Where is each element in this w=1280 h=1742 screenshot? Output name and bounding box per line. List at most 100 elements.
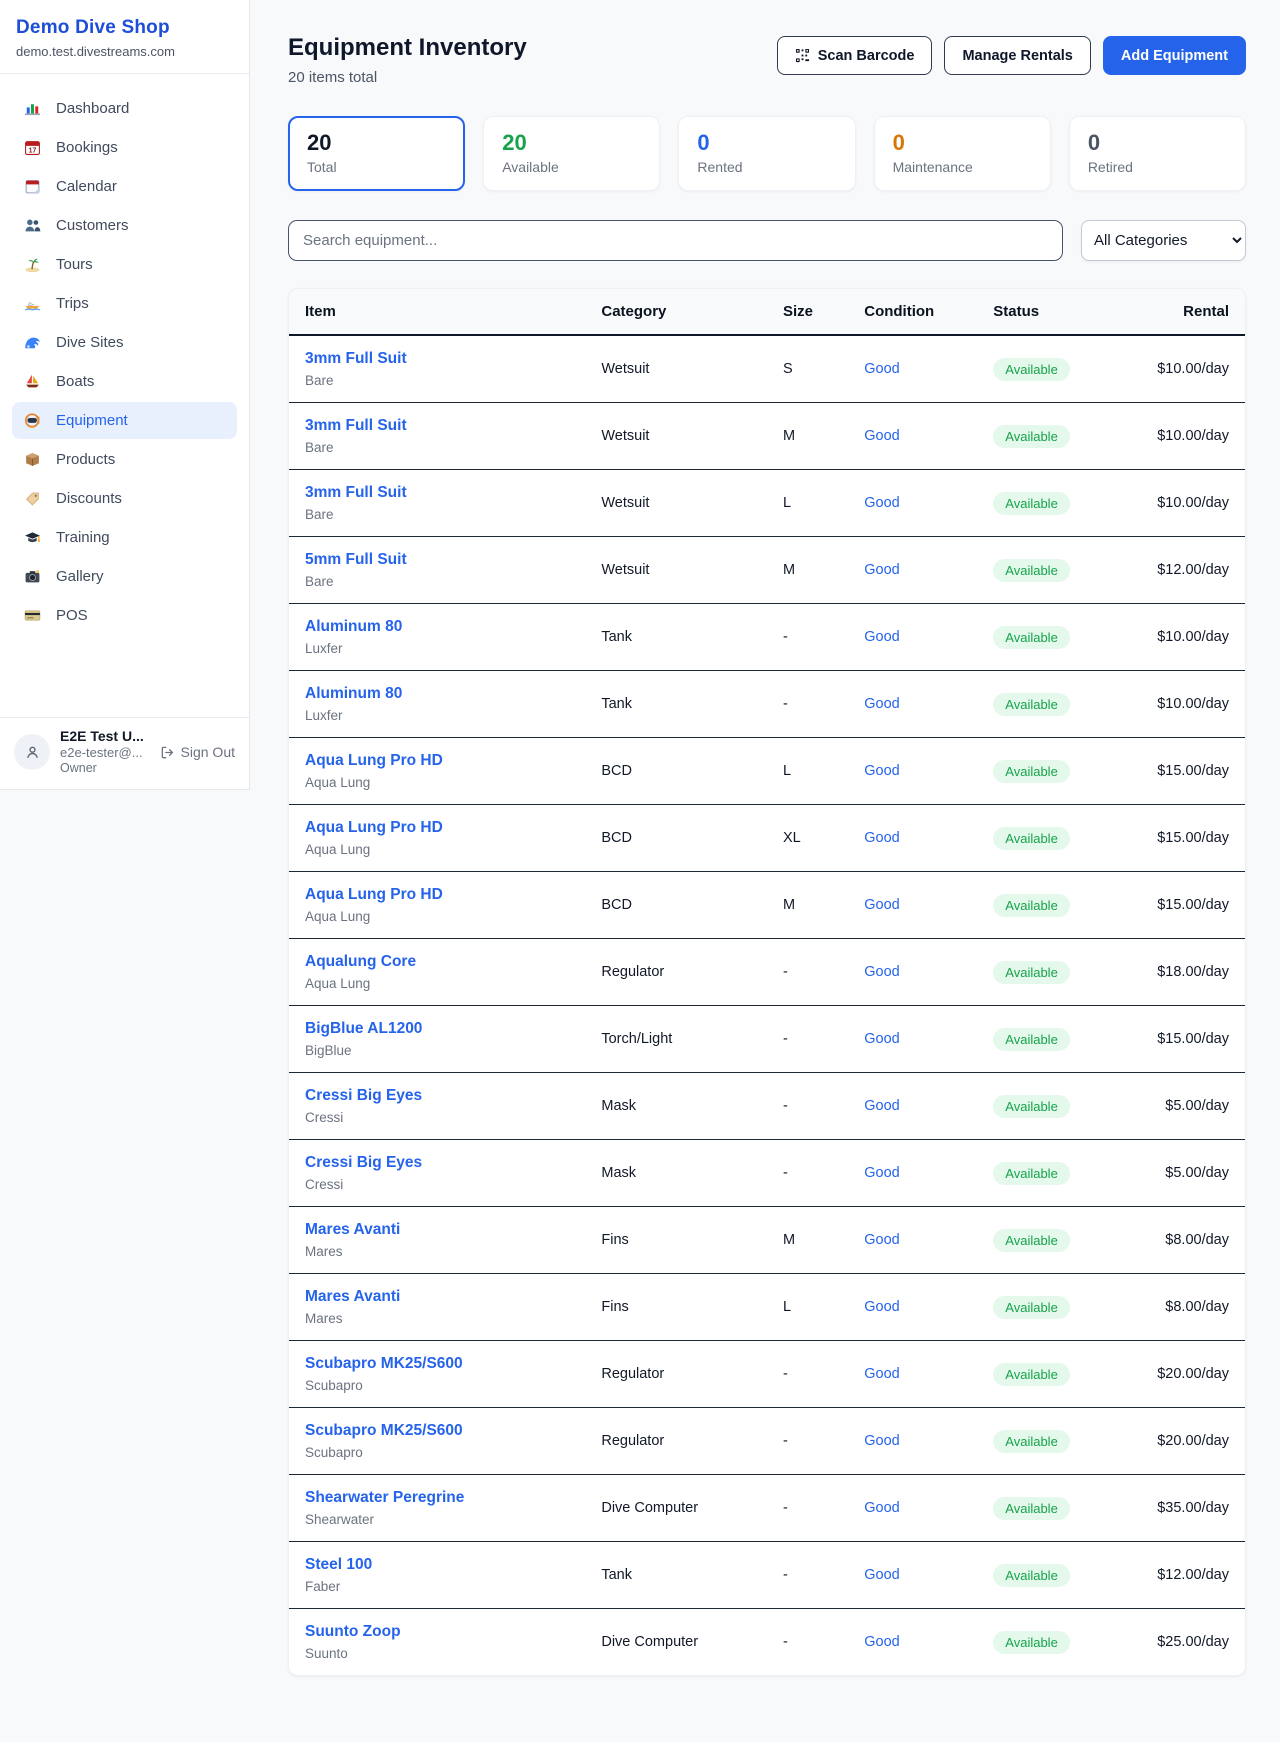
sidebar-item-trips[interactable]: Trips (12, 285, 237, 322)
condition-link[interactable]: Good (864, 1165, 899, 1181)
item-size: M (767, 537, 848, 604)
condition-link[interactable]: Good (864, 495, 899, 511)
condition-link[interactable]: Good (864, 1098, 899, 1114)
condition-link[interactable]: Good (864, 1567, 899, 1583)
stats-row: 20 Total 20 Available 0 Rented 0 Mainten… (288, 116, 1246, 191)
sidebar-item-training[interactable]: Training (12, 519, 237, 556)
item-name-link[interactable]: Scubapro MK25/S600 (305, 1355, 463, 1373)
dive-mask-icon (22, 412, 42, 429)
sidebar-item-calendar[interactable]: Calendar (12, 168, 237, 205)
item-brand: Shearwater (305, 1512, 569, 1527)
status-badge: Available (993, 1430, 1070, 1453)
avatar (14, 734, 50, 770)
condition-link[interactable]: Good (864, 1433, 899, 1449)
sidebar-item-gallery[interactable]: Gallery (12, 558, 237, 595)
status-badge: Available (993, 693, 1070, 716)
condition-link[interactable]: Good (864, 562, 899, 578)
rental-rate: $12.00/day (1130, 1542, 1245, 1609)
item-name-link[interactable]: Cressi Big Eyes (305, 1087, 422, 1105)
brand-name: Demo Dive Shop (16, 17, 233, 39)
condition-link[interactable]: Good (864, 964, 899, 980)
condition-link[interactable]: Good (864, 897, 899, 913)
category-filter-select[interactable]: All Categories (1081, 220, 1246, 261)
column-header-rental: Rental (1130, 289, 1245, 335)
item-name-link[interactable]: Aqua Lung Pro HD (305, 886, 443, 904)
sidebar-item-bookings[interactable]: 17 Bookings (12, 129, 237, 166)
item-name-link[interactable]: Shearwater Peregrine (305, 1489, 464, 1507)
stat-card-total[interactable]: 20 Total (288, 116, 465, 191)
condition-link[interactable]: Good (864, 1232, 899, 1248)
rental-rate: $10.00/day (1130, 470, 1245, 537)
item-name-link[interactable]: Aqualung Core (305, 953, 416, 971)
sign-out-label: Sign Out (181, 744, 235, 760)
manage-rentals-button[interactable]: Manage Rentals (944, 36, 1090, 75)
item-name-link[interactable]: Cressi Big Eyes (305, 1154, 422, 1172)
sidebar-item-tours[interactable]: Tours (12, 246, 237, 283)
item-size: M (767, 403, 848, 470)
add-equipment-button[interactable]: Add Equipment (1103, 36, 1246, 75)
item-name-link[interactable]: 3mm Full Suit (305, 484, 407, 502)
table-row: BigBlue AL1200 BigBlue Torch/Light - Goo… (289, 1006, 1245, 1073)
main-content: Equipment Inventory 20 items total Scan … (250, 0, 1280, 1676)
item-name-link[interactable]: Aluminum 80 (305, 618, 402, 636)
table-row: 3mm Full Suit Bare Wetsuit L Good Availa… (289, 470, 1245, 537)
column-header-category: Category (585, 289, 767, 335)
item-name-link[interactable]: Suunto Zoop (305, 1623, 401, 1641)
condition-link[interactable]: Good (864, 629, 899, 645)
stat-card-retired[interactable]: 0 Retired (1069, 116, 1246, 191)
table-row: Aqualung Core Aqua Lung Regulator - Good… (289, 939, 1245, 1006)
scan-barcode-button[interactable]: Scan Barcode (777, 36, 933, 75)
sidebar-item-dive-sites[interactable]: Dive Sites (12, 324, 237, 361)
bookings-calendar-icon: 17 (22, 139, 42, 156)
condition-link[interactable]: Good (864, 361, 899, 377)
manage-rentals-label: Manage Rentals (962, 48, 1072, 64)
item-category: Dive Computer (585, 1609, 767, 1676)
condition-link[interactable]: Good (864, 1031, 899, 1047)
item-name-link[interactable]: Aqua Lung Pro HD (305, 752, 443, 770)
sidebar-item-customers[interactable]: Customers (12, 207, 237, 244)
condition-link[interactable]: Good (864, 763, 899, 779)
sidebar-item-boats[interactable]: Boats (12, 363, 237, 400)
item-name-link[interactable]: Mares Avanti (305, 1288, 400, 1306)
item-size: M (767, 1207, 848, 1274)
condition-link[interactable]: Good (864, 1634, 899, 1650)
rental-rate: $18.00/day (1130, 939, 1245, 1006)
item-category: Torch/Light (585, 1006, 767, 1073)
item-name-link[interactable]: 3mm Full Suit (305, 350, 407, 368)
table-row: Mares Avanti Mares Fins M Good Available… (289, 1207, 1245, 1274)
table-row: 3mm Full Suit Bare Wetsuit S Good Availa… (289, 335, 1245, 403)
sidebar-item-dashboard[interactable]: Dashboard (12, 90, 237, 127)
condition-link[interactable]: Good (864, 830, 899, 846)
sidebar-item-equipment[interactable]: Equipment (12, 402, 237, 439)
item-category: Regulator (585, 1341, 767, 1408)
item-name-link[interactable]: Scubapro MK25/S600 (305, 1422, 463, 1440)
status-badge: Available (993, 559, 1070, 582)
status-badge: Available (993, 1497, 1070, 1520)
camera-icon (22, 568, 42, 585)
sidebar-item-discounts[interactable]: Discounts (12, 480, 237, 517)
condition-link[interactable]: Good (864, 696, 899, 712)
item-name-link[interactable]: 5mm Full Suit (305, 551, 407, 569)
condition-link[interactable]: Good (864, 1500, 899, 1516)
item-name-link[interactable]: Aluminum 80 (305, 685, 402, 703)
condition-link[interactable]: Good (864, 1366, 899, 1382)
sign-out-button[interactable]: Sign Out (160, 744, 235, 760)
sidebar-item-pos[interactable]: POS (12, 597, 237, 634)
item-name-link[interactable]: Steel 100 (305, 1556, 372, 1574)
table-row: Shearwater Peregrine Shearwater Dive Com… (289, 1475, 1245, 1542)
stat-card-rented[interactable]: 0 Rented (678, 116, 855, 191)
stat-card-maintenance[interactable]: 0 Maintenance (874, 116, 1051, 191)
item-name-link[interactable]: BigBlue AL1200 (305, 1020, 422, 1038)
stat-card-available[interactable]: 20 Available (483, 116, 660, 191)
item-category: Wetsuit (585, 470, 767, 537)
item-name-link[interactable]: Aqua Lung Pro HD (305, 819, 443, 837)
barcode-scan-icon (795, 48, 810, 63)
item-brand: Mares (305, 1244, 569, 1259)
item-name-link[interactable]: Mares Avanti (305, 1221, 400, 1239)
sidebar-item-products[interactable]: Products (12, 441, 237, 478)
condition-link[interactable]: Good (864, 428, 899, 444)
item-name-link[interactable]: 3mm Full Suit (305, 417, 407, 435)
item-category: Mask (585, 1140, 767, 1207)
search-input[interactable] (288, 220, 1063, 261)
condition-link[interactable]: Good (864, 1299, 899, 1315)
